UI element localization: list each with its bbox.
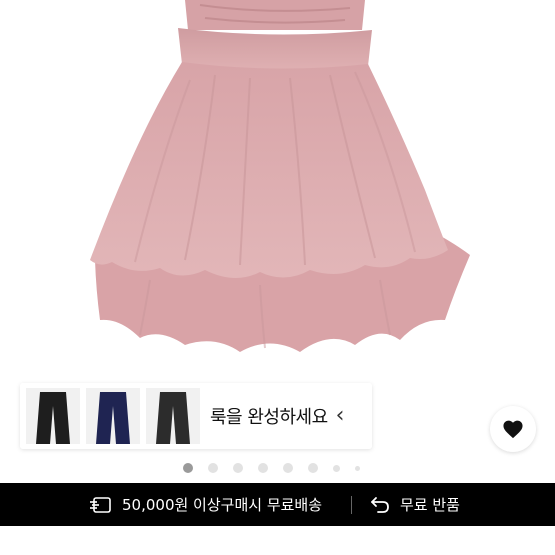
divider bbox=[351, 496, 352, 514]
pager-dot[interactable] bbox=[233, 463, 243, 473]
free-return-benefit[interactable]: 무료 반품 bbox=[370, 483, 460, 526]
heart-icon bbox=[503, 420, 523, 439]
free-shipping-benefit[interactable]: 50,000원 이상구매시 무료배송 bbox=[90, 483, 322, 526]
black-pants-image bbox=[26, 388, 80, 444]
complete-the-look-banner[interactable]: 룩을 완성하세요 ‹ bbox=[20, 383, 372, 449]
image-pager bbox=[183, 463, 375, 473]
pager-dot-active[interactable] bbox=[183, 463, 193, 473]
thumbnail-charcoal-pants[interactable] bbox=[146, 388, 200, 444]
free-shipping-text: 50,000원 이상구매시 무료배송 bbox=[122, 496, 323, 514]
pager-dot[interactable] bbox=[308, 463, 318, 473]
complete-look-label: 룩을 완성하세요 bbox=[210, 407, 328, 428]
pager-dot[interactable] bbox=[258, 463, 268, 473]
charcoal-pants-image bbox=[146, 388, 200, 444]
navy-pants-image bbox=[86, 388, 140, 444]
product-image[interactable] bbox=[0, 0, 555, 445]
pager-dot[interactable] bbox=[283, 463, 293, 473]
pager-dot[interactable] bbox=[333, 464, 340, 472]
pager-dot[interactable] bbox=[208, 463, 218, 473]
thumbnail-navy-pants[interactable] bbox=[86, 388, 140, 444]
thumbnail-black-pants[interactable] bbox=[26, 388, 80, 444]
shipping-truck-icon bbox=[90, 496, 111, 513]
pager-dot[interactable] bbox=[355, 465, 360, 471]
chevron-left-icon[interactable]: ‹ bbox=[336, 405, 345, 427]
benefits-bar: 50,000원 이상구매시 무료배송 무료 반품 bbox=[0, 483, 555, 526]
wishlist-button[interactable] bbox=[490, 406, 536, 452]
return-arrow-icon bbox=[371, 496, 389, 513]
free-return-text: 무료 반품 bbox=[400, 496, 460, 514]
pink-ruffle-skirt-illustration bbox=[90, 0, 470, 352]
bottom-spacer bbox=[0, 526, 555, 555]
